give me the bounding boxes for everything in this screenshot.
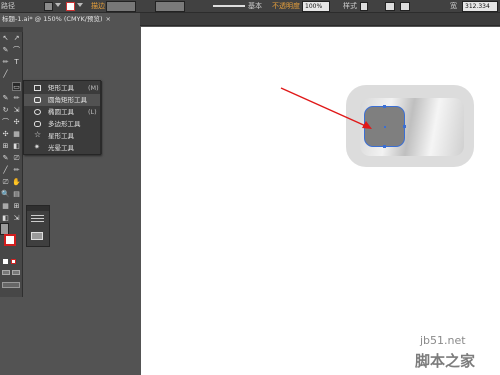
watermark-logo: 脚本之家 — [415, 352, 476, 370]
watermark-url: jb51.net — [420, 334, 466, 347]
illustrator-window: 路径 描边 基本 不透明度 100% 样式 宽 312.334 标题-1.ai*… — [0, 0, 500, 375]
annotation-arrow — [280, 87, 372, 129]
